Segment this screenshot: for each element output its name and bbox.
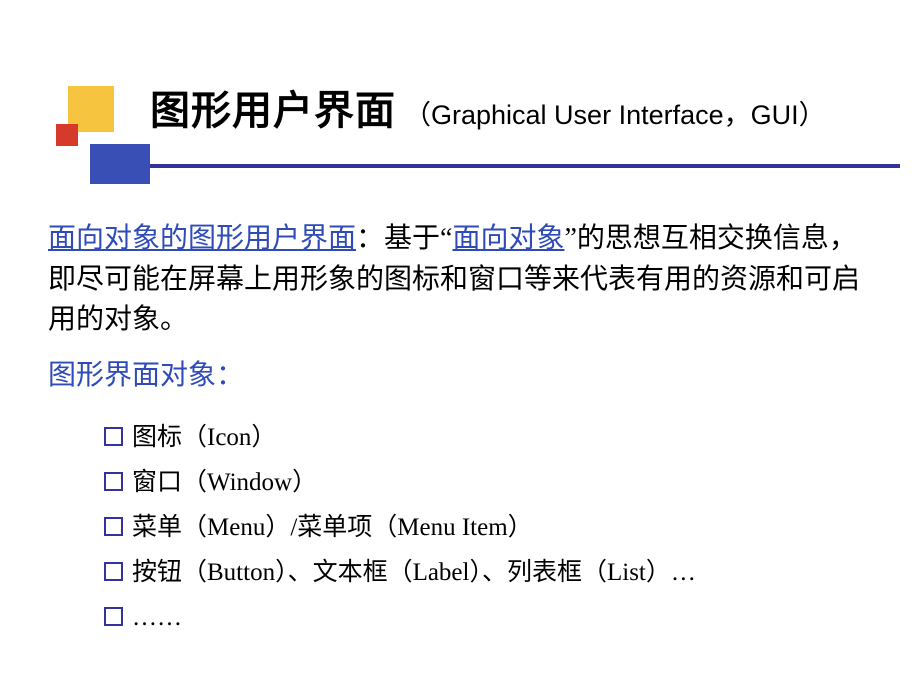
content-body: 面向对象的图形用户界面：基于“面向对象”的思想互相交换信息，即尽可能在屏幕上用形… xyxy=(0,168,920,640)
blue-rect-icon xyxy=(90,144,150,184)
paragraph-2: 图形界面对象： xyxy=(48,353,870,393)
list-item: 按钮（Button）、文本框（Label）、列表框（List）… xyxy=(104,550,870,595)
slide-title-sub: （Graphical User Interface，GUI） xyxy=(404,100,826,130)
title-area: 图形用户界面 （Graphical User Interface，GUI） xyxy=(0,0,920,136)
list-item: …… xyxy=(104,595,870,640)
list-item: 菜单（Menu）/菜单项（Menu Item） xyxy=(104,505,870,550)
link-oo[interactable]: 面向对象 xyxy=(452,222,564,253)
decorative-blocks xyxy=(40,86,130,196)
red-square-icon xyxy=(56,124,78,146)
paragraph-1: 面向对象的图形用户界面：基于“面向对象”的思想互相交换信息，即尽可能在屏幕上用形… xyxy=(48,218,870,341)
slide-title-main: 图形用户界面 xyxy=(150,88,396,133)
slide: 图形用户界面 （Graphical User Interface，GUI） 面向… xyxy=(0,0,920,690)
para1-text1: ：基于“ xyxy=(356,223,452,254)
gui-object-list: 图标（Icon） 窗口（Window） 菜单（Menu）/菜单项（Menu It… xyxy=(48,415,870,640)
link-oo-gui[interactable]: 面向对象的图形用户界面 xyxy=(48,222,356,253)
list-item: 图标（Icon） xyxy=(104,415,870,460)
list-item: 窗口（Window） xyxy=(104,460,870,505)
